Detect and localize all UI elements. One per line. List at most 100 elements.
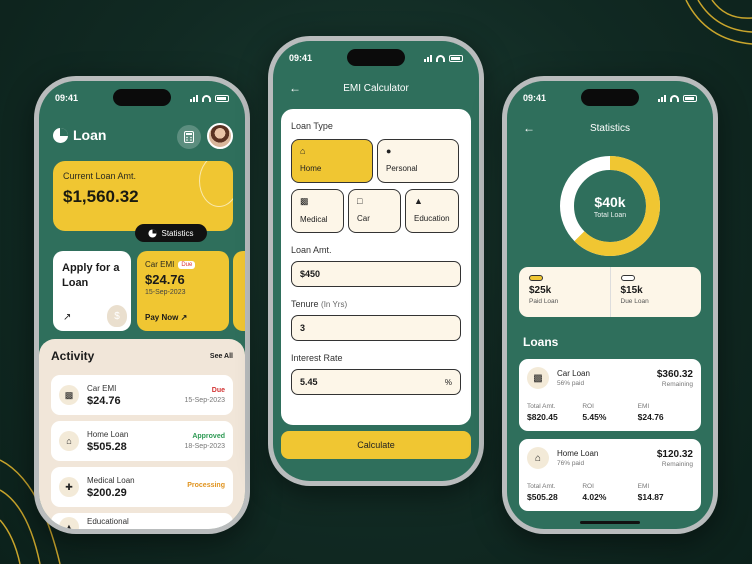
activity-status: Approved [192, 432, 225, 440]
loan-type-medical[interactable]: ▩ Medical [291, 189, 344, 233]
loan-type-car[interactable]: □ Car [348, 189, 401, 233]
phone-statistics: 09:41 ← Statistics $40k Total Loan $25k [502, 76, 718, 534]
home-indicator [580, 521, 640, 524]
home-icon: ⌂ [59, 431, 79, 451]
status-bar: 09:41 [523, 91, 697, 105]
current-loan-card[interactable]: Current Loan Amt. $1,560.32 [53, 161, 233, 231]
activity-amount: $505.28 [87, 440, 127, 453]
emi-label: EMI [637, 483, 650, 490]
home-icon: ⌂ [300, 146, 306, 156]
apply-loan-card[interactable]: Apply for a Loan ↗ $ [53, 251, 131, 331]
loan-type-label: Personal [386, 164, 418, 173]
loan-type-home[interactable]: ⌂ Home [291, 139, 373, 183]
loan-paid: 76% paid [557, 460, 585, 467]
activity-item[interactable]: ✚ Medical Loan $200.29 Processing [51, 467, 233, 507]
car-emi-card[interactable]: Car EMI Due $24.76 15-Sep-2023 Pay Now ↗ [137, 251, 229, 331]
loan-type-label: Medical [300, 215, 328, 224]
paid-due-summary: $25k Paid Loan $15k Due Loan [519, 267, 701, 317]
status-time: 09:41 [523, 93, 547, 103]
status-bar: 09:41 [289, 51, 463, 65]
wifi-icon [202, 94, 211, 102]
roi-label: ROI [582, 483, 594, 490]
graduation-cap-icon: ▲ [414, 196, 423, 206]
arrow-up-right-icon: ↗ [180, 313, 188, 322]
loan-remaining-label: Remaining [661, 380, 693, 388]
loan-type-personal[interactable]: ● Personal [377, 139, 459, 183]
loan-amount-input[interactable]: $450 [291, 261, 461, 287]
car-icon: ▩ [59, 385, 79, 405]
see-all-link[interactable]: See All [210, 353, 233, 360]
arrow-up-right-icon: ↗ [63, 312, 72, 323]
calculator-button[interactable] [177, 125, 201, 149]
due-badge: Due [178, 260, 196, 269]
total-amt-value: $820.45 [527, 412, 558, 422]
emi-value: $24.76 [637, 412, 664, 422]
statistics-button[interactable]: Statistics [135, 224, 207, 242]
avatar[interactable] [207, 123, 233, 149]
activity-status: Due [211, 386, 225, 394]
activity-amount: $24.76 [87, 394, 121, 407]
battery-icon [683, 94, 697, 102]
activity-date: 18-Sep-2023 [184, 442, 225, 450]
next-card-peek[interactable] [233, 251, 245, 331]
loan-type-label: Education [414, 214, 450, 223]
loan-amount-value: $450 [300, 269, 321, 279]
apply-loan-title: Apply for a Loan [62, 262, 120, 289]
activity-item[interactable]: ▲ Educational [51, 513, 233, 529]
tenure-label: Tenure (In Yrs) [291, 299, 347, 309]
leaf-decoration-top-right [685, 0, 752, 45]
loan-paid: 56% paid [557, 380, 585, 387]
loan-name: Home Loan [557, 449, 599, 458]
loan-remaining-amount: $360.32 [656, 368, 693, 380]
pay-now-label: Pay Now [145, 313, 179, 322]
medical-bag-icon: ▩ [300, 196, 309, 206]
person-icon: ● [386, 146, 392, 156]
activity-name: Car EMI [87, 383, 117, 393]
status-time: 09:41 [289, 53, 313, 63]
paid-value: $25k [529, 285, 552, 296]
money-bag-icon: $ [107, 305, 127, 327]
emi-form-card: Loan Type ⌂ Home ● Personal ▩ Medical □ … [281, 109, 471, 425]
tenure-unit: (In Yrs) [321, 300, 348, 309]
battery-icon [215, 94, 229, 102]
loan-remaining-label: Remaining [661, 460, 693, 468]
activity-status: Processing [187, 482, 225, 489]
loan-type-label: Car [357, 214, 370, 223]
pay-now-button[interactable]: Pay Now ↗ [145, 313, 187, 322]
calculate-button[interactable]: Calculate [281, 431, 471, 459]
activity-amount: $200.29 [87, 486, 127, 499]
signal-icon [424, 54, 432, 62]
activity-title: Activity [51, 349, 95, 363]
pie-chart-icon [148, 228, 158, 238]
emi-label: Car EMI [145, 260, 175, 269]
statistics-label: Statistics [161, 228, 194, 238]
interest-rate-input[interactable]: 5.45 % [291, 369, 461, 395]
due-label: Due Loan [620, 298, 649, 305]
education-icon: ▲ [59, 517, 79, 529]
current-loan-amount: $1,560.32 [63, 187, 139, 206]
status-bar: 09:41 [55, 91, 229, 105]
roi-value: 5.45% [582, 412, 607, 422]
loan-type-education[interactable]: ▲ Education [405, 189, 459, 233]
loan-logo-icon [53, 127, 68, 143]
total-loan-value: $40k [594, 193, 626, 210]
activity-name: Educational [87, 517, 129, 526]
activity-date: 15-Sep-2023 [184, 396, 225, 404]
tenure-input[interactable]: 3 [291, 315, 461, 341]
battery-icon [449, 54, 463, 62]
car-icon: □ [357, 196, 363, 206]
page-title: EMI Calculator [343, 83, 409, 94]
activity-name: Home Loan [87, 429, 129, 439]
loan-card-car[interactable]: ▩ Car Loan 56% paid $360.32 Remaining To… [519, 359, 701, 431]
car-icon: ▩ [527, 367, 549, 389]
activity-item[interactable]: ⌂ Home Loan $505.28 Approved 18-Sep-2023 [51, 421, 233, 461]
total-loan-donut: $40k Total Loan [557, 153, 663, 259]
activity-item[interactable]: ▩ Car EMI $24.76 Due 15-Sep-2023 [51, 375, 233, 415]
due-value: $15k [620, 285, 643, 296]
signal-icon [190, 94, 198, 102]
loan-remaining-amount: $120.32 [656, 448, 693, 460]
emi-value: $14.87 [637, 492, 664, 502]
loan-card-home[interactable]: ⌂ Home Loan 76% paid $120.32 Remaining T… [519, 439, 701, 511]
activity-panel: Activity See All ▩ Car EMI $24.76 Due 15… [39, 339, 245, 529]
dashboard-screen: 09:41 Loan Current Loan Amt. $1,560.32 S… [39, 81, 245, 529]
